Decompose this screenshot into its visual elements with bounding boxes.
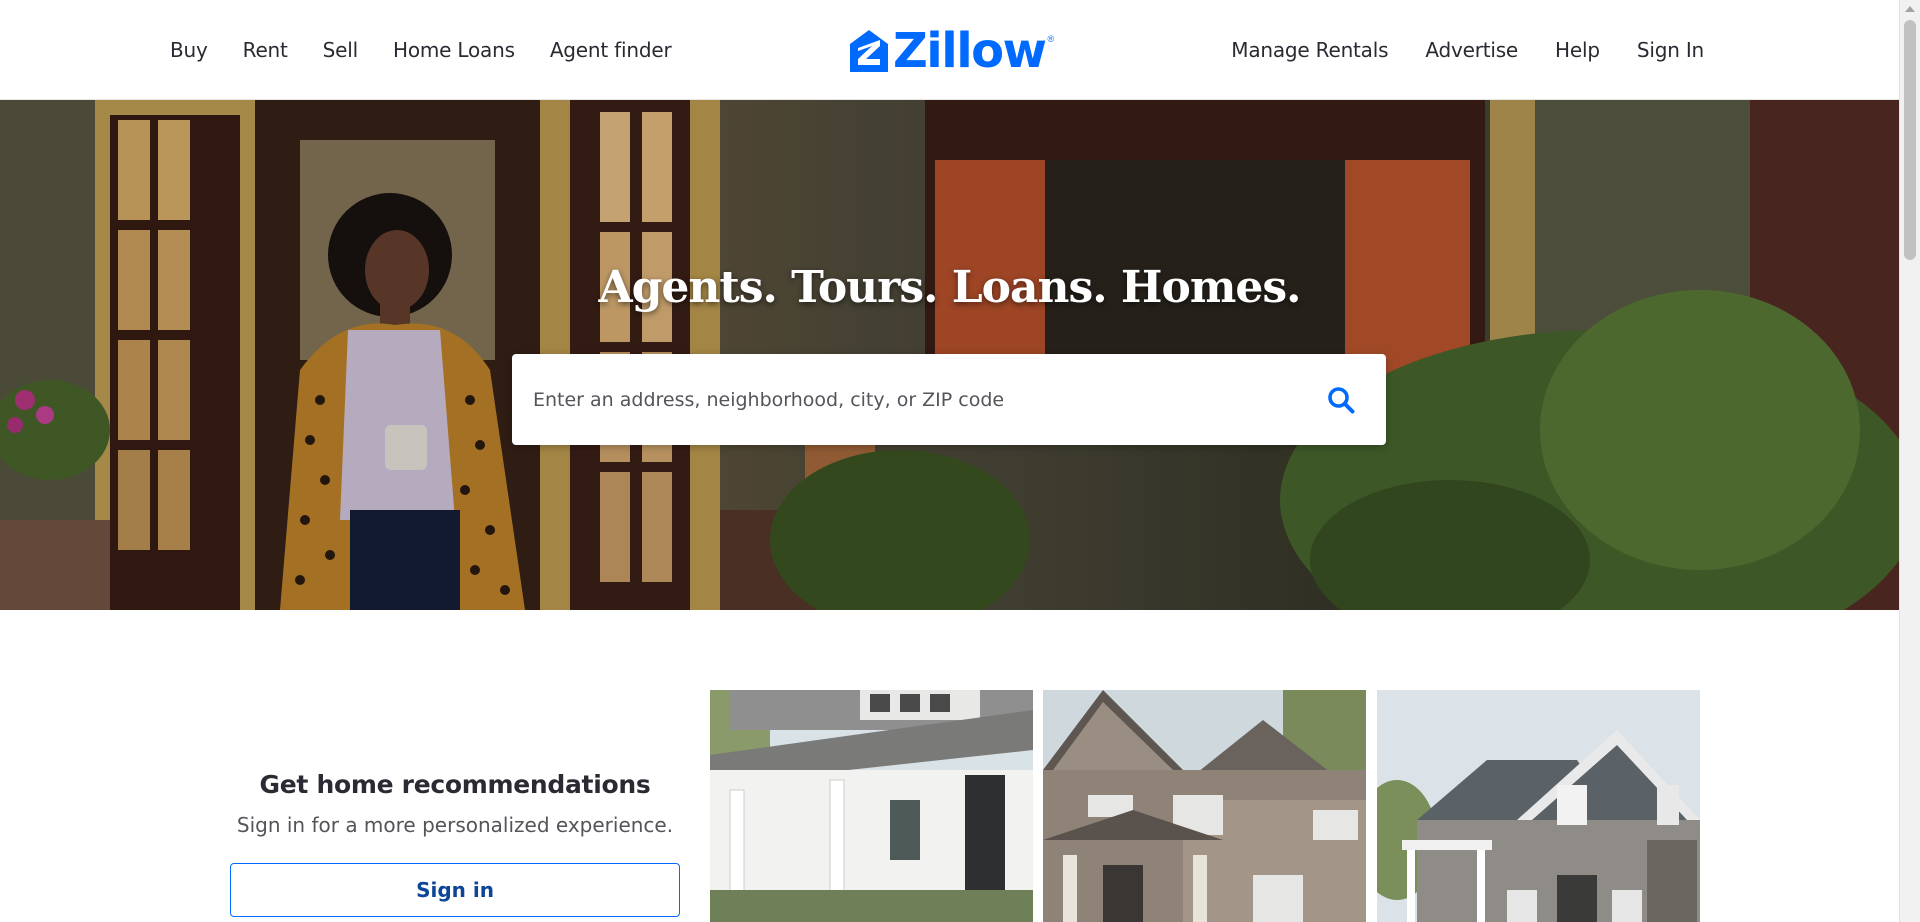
recommendations-panel: Get home recommendations Sign in for a m… [230,770,680,917]
logo-wordmark: Zillow [893,23,1047,79]
page-scrollbar[interactable] [1899,0,1920,922]
house-photo-2 [1043,690,1366,922]
recommendations-sign-in-button[interactable]: Sign in [230,863,680,917]
hero-banner: Agents. Tours. Loans. Homes. [0,100,1899,610]
nav-sign-in-link[interactable]: Sign In [1637,38,1704,62]
house-photo-1 [710,690,1033,922]
nav-buy-link[interactable]: Buy [170,38,208,62]
nav-help-link[interactable]: Help [1555,38,1600,62]
search-input[interactable] [512,354,1296,445]
secondary-nav: Manage Rentals Advertise Help Sign In [1231,0,1704,100]
search-box [512,354,1386,445]
zillow-logo[interactable]: Zillow ® [849,23,1055,79]
search-button[interactable] [1296,354,1386,445]
zillow-logo-icon [850,30,888,72]
nav-advertise-link[interactable]: Advertise [1425,38,1518,62]
primary-nav: Buy Rent Sell Home Loans Agent finder [170,0,672,100]
logo-registered-mark: ® [1047,34,1055,44]
nav-sell-link[interactable]: Sell [323,38,359,62]
nav-home-loans-link[interactable]: Home Loans [393,38,515,62]
house-photo-3 [1377,690,1700,922]
nav-manage-rentals-link[interactable]: Manage Rentals [1231,38,1388,62]
hero-title: Agents. Tours. Loans. Homes. [598,262,1302,313]
scroll-thumb[interactable] [1904,20,1916,260]
search-icon [1328,386,1355,413]
site-header: Buy Rent Sell Home Loans Agent finder Zi… [0,0,1899,100]
nav-rent-link[interactable]: Rent [243,38,288,62]
recommendations-title: Get home recommendations [259,770,651,799]
recommendations-subtitle: Sign in for a more personalized experien… [236,813,674,837]
nav-agent-finder-link[interactable]: Agent finder [550,38,672,62]
scroll-up-arrow-icon[interactable] [1905,6,1915,12]
